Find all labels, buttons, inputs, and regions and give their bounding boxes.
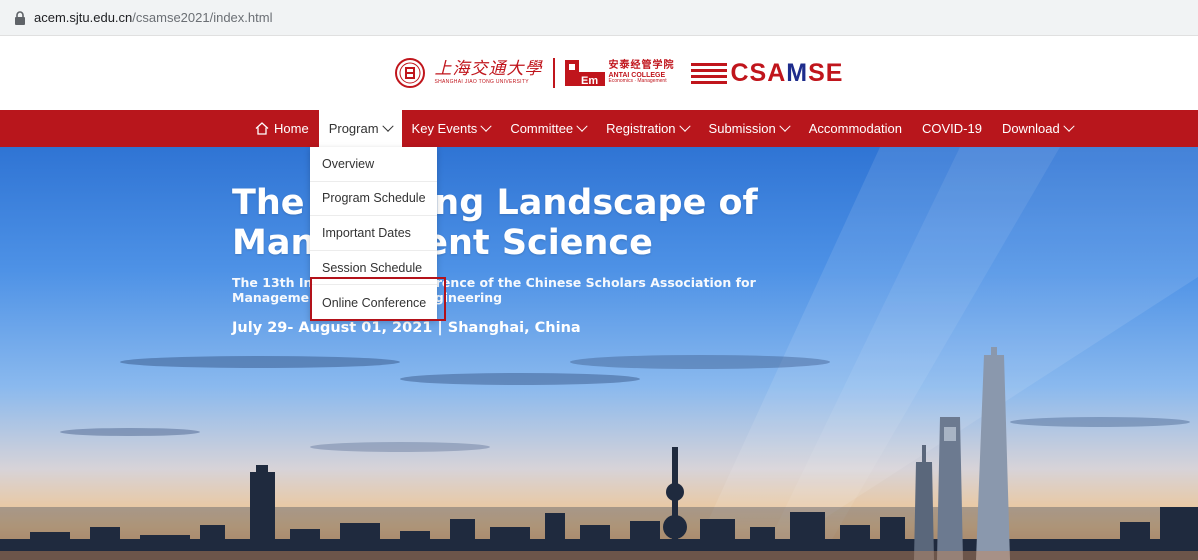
nav-registration[interactable]: Registration (596, 110, 698, 147)
logo-bar: 上海交通大學 SHANGHAI JIAO TONG UNIVERSITY Em … (0, 36, 1198, 110)
sjtu-logo-text: 上海交通大學 SHANGHAI JIAO TONG UNIVERSITY (435, 61, 543, 85)
nav-home[interactable]: Home (245, 110, 319, 147)
svg-text:Em: Em (581, 75, 598, 87)
nav-program[interactable]: Program (318, 110, 402, 147)
nav-submission[interactable]: Submission (699, 110, 799, 147)
program-dropdown-menu: Overview Program Schedule Important Date… (310, 147, 437, 320)
csamse-part-2: M (786, 58, 809, 87)
acem-logo-text: 安泰经管学院 ANTAI COLLEGE Economics · Managem… (609, 61, 675, 84)
acem-logo: Em 安泰经管学院 ANTAI COLLEGE Economics · Mana… (564, 58, 675, 88)
nav-committee-label: Committee (510, 121, 574, 136)
acem-name-cn: 安泰经管学院 (608, 60, 675, 72)
logo-divider (552, 58, 555, 88)
csamse-part-1: CSA (730, 58, 787, 87)
nav-committee[interactable]: Committee (500, 110, 596, 147)
nav-home-label: Home (274, 121, 309, 136)
sjtu-name-cn: 上海交通大學 (434, 59, 543, 79)
main-nav: Home Program Key Events Committee Regist… (0, 110, 1198, 147)
sjtu-name-en: SHANGHAI JIAO TONG UNIVERSITY (434, 79, 529, 85)
nav-download[interactable]: Download (992, 110, 1083, 147)
csamse-logo: CSAMSE (690, 59, 844, 88)
nav-accommodation[interactable]: Accommodation (799, 110, 912, 147)
nav-accommodation-label: Accommodation (808, 121, 902, 136)
acem-tagline: Economics · Management (608, 78, 667, 85)
url-path: /csamse2021/index.html (132, 10, 273, 25)
menu-item-overview[interactable]: Overview (310, 147, 437, 182)
home-icon (255, 122, 269, 135)
nav-registration-label: Registration (606, 121, 676, 136)
browser-address-bar[interactable]: acem.sjtu.edu.cn/csamse2021/index.html (0, 0, 1198, 36)
hero-date: July 29- August 01, 2021 | Shanghai, Chi… (232, 320, 581, 336)
chevron-down-icon (1063, 120, 1075, 132)
chevron-down-icon (480, 120, 492, 132)
chevron-down-icon (576, 120, 588, 132)
acem-mark-icon: Em (564, 60, 605, 87)
url-text[interactable]: acem.sjtu.edu.cn/csamse2021/index.html (34, 10, 272, 25)
nav-key-events-label: Key Events (411, 121, 478, 136)
url-host: acem.sjtu.edu.cn (34, 10, 133, 25)
menu-item-important-dates[interactable]: Important Dates (310, 216, 437, 251)
chevron-down-icon (381, 120, 394, 132)
lock-icon (15, 10, 25, 25)
nav-download-label: Download (1001, 121, 1060, 136)
menu-item-online-conference[interactable]: Online Conference (310, 285, 437, 320)
csamse-stripes-icon (690, 63, 727, 84)
menu-item-program-schedule[interactable]: Program Schedule (310, 182, 437, 217)
nav-program-label: Program (328, 121, 379, 136)
logo-group: 上海交通大學 SHANGHAI JIAO TONG UNIVERSITY Em … (394, 58, 844, 88)
chevron-down-icon (779, 120, 791, 132)
csamse-part-3: SE (808, 58, 844, 87)
nav-key-events[interactable]: Key Events (402, 110, 501, 147)
chevron-down-icon (678, 120, 691, 132)
nav-submission-label: Submission (708, 121, 776, 136)
nav-covid-19[interactable]: COVID-19 (912, 110, 992, 147)
nav-covid-19-label: COVID-19 (921, 121, 982, 136)
sjtu-emblem-icon (394, 58, 425, 88)
menu-item-session-schedule[interactable]: Session Schedule (310, 251, 437, 286)
csamse-wordmark: CSAMSE (731, 59, 844, 88)
hero-banner: The Evolving Landscape of Management Sci… (0, 147, 1198, 560)
